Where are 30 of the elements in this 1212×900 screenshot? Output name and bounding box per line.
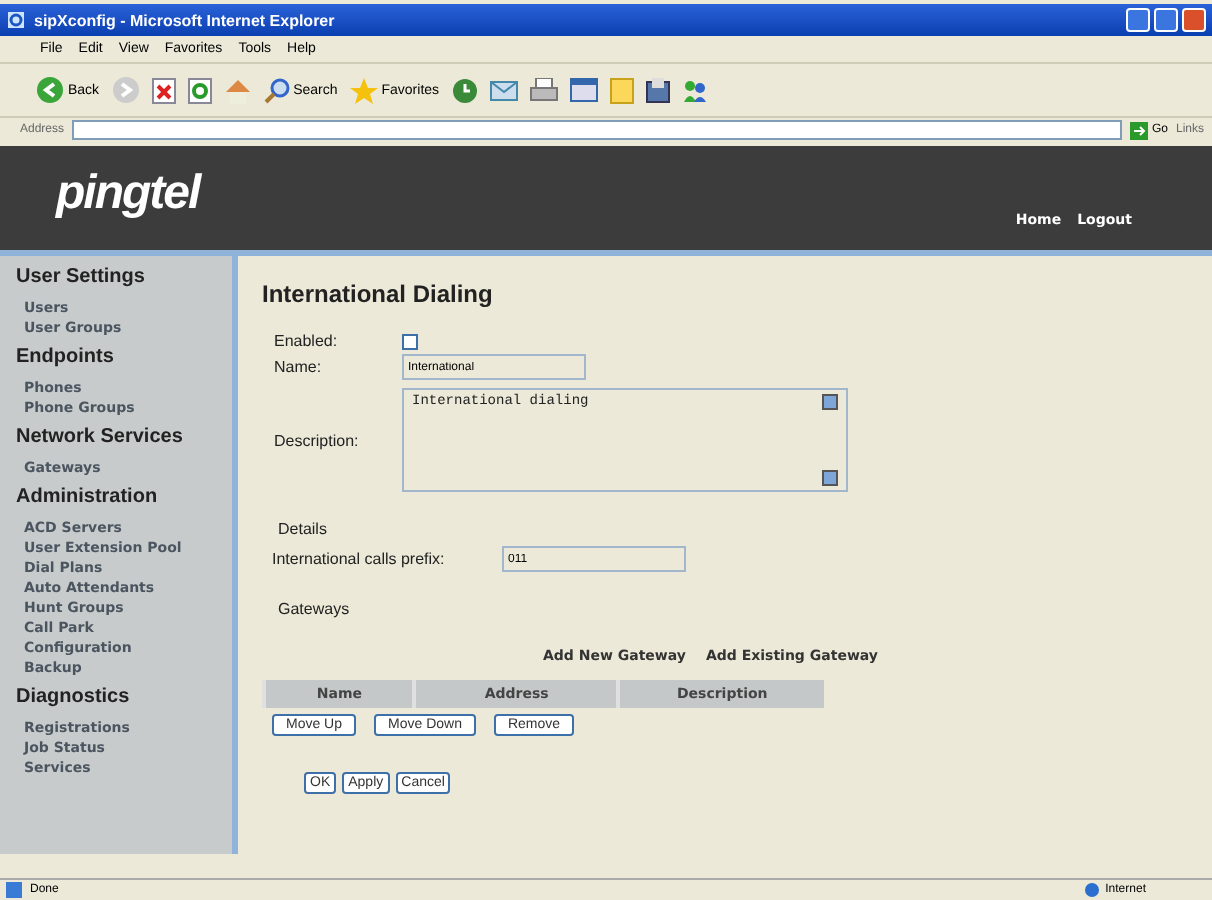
field-label: Name: — [274, 358, 324, 376]
globe-icon — [1083, 882, 1100, 898]
minimize-button[interactable] — [1126, 8, 1150, 32]
mail-icon[interactable] — [489, 78, 518, 102]
field-label: Enabled: — [274, 332, 340, 350]
section-heading: Gateways — [278, 600, 352, 618]
refresh-icon[interactable] — [187, 77, 212, 103]
sidebar-heading: Diagnostics — [16, 686, 132, 708]
search-icon — [263, 77, 290, 103]
page-icon — [6, 882, 22, 898]
enabled-checkbox[interactable] — [402, 333, 418, 349]
sidebar-heading: Administration — [16, 486, 160, 508]
maximize-button[interactable] — [1154, 8, 1178, 32]
close-button[interactable] — [1182, 8, 1206, 32]
go-arrow-icon — [1129, 121, 1148, 139]
address-field[interactable] — [72, 120, 1122, 140]
window-title: sipXconfig - Microsoft Internet Explorer — [34, 11, 335, 29]
printer-icon[interactable] — [529, 78, 558, 102]
star-icon — [349, 77, 378, 103]
field-label: International calls prefix: — [272, 550, 447, 568]
field-label: Description: — [274, 431, 361, 449]
sidebar-heading: Endpoints — [16, 346, 116, 368]
pingtel-logo: pingtel — [53, 166, 200, 222]
stop-icon[interactable] — [151, 77, 176, 103]
page-title: International Dialing — [262, 280, 495, 308]
sidebar-heading: User Settings — [16, 266, 147, 288]
messenger-icon[interactable] — [681, 77, 708, 103]
section-heading: Details — [278, 520, 329, 538]
history-icon[interactable] — [451, 77, 478, 103]
sidebar-heading: Network Services — [16, 426, 185, 448]
